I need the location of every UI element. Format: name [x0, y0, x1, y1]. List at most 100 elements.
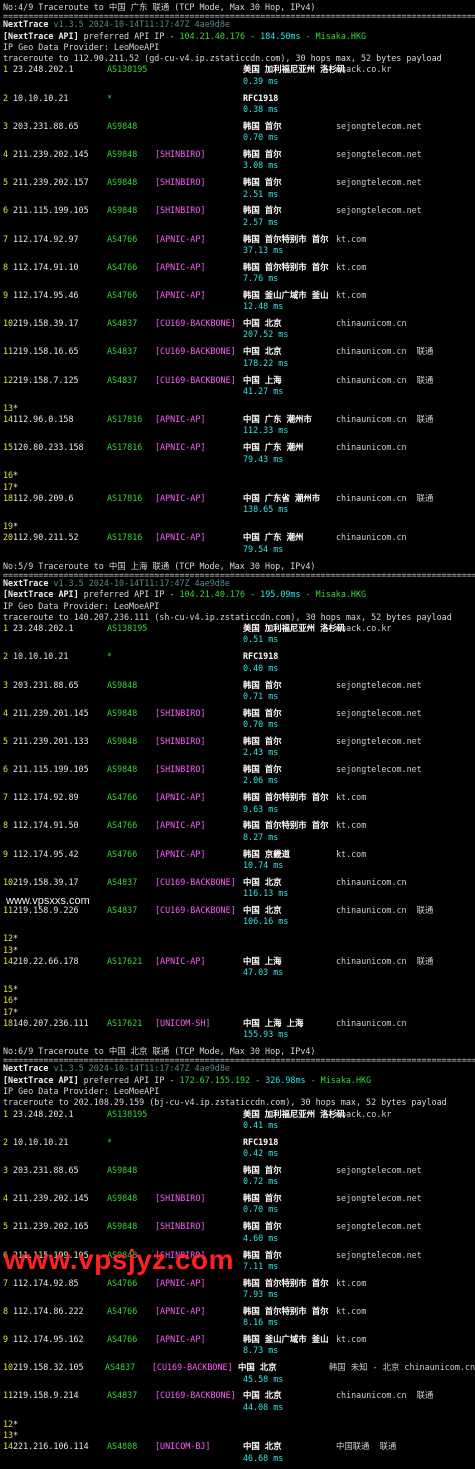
hop-geo: 中国 北京 [243, 1390, 282, 1401]
hop-geo: 韩国 首尔 [243, 120, 282, 131]
hop-latency: 10.74 ms [243, 859, 284, 870]
hop-asn: AS9848 [107, 149, 138, 160]
hop-geo: 中国 北京 [243, 346, 282, 357]
hop-geo: 韩国 首尔 [243, 707, 282, 718]
hop-row: 12 219.158.7.125 AS4837 [CU169-BACKBONE] 中国 … [3, 375, 475, 386]
hop-org: chinaunicom.cn 联通 [336, 955, 434, 966]
hop-latency: 106.16 ms [243, 916, 289, 927]
hop-asn: AS17816 [107, 532, 143, 543]
hop-org: sejongtelecom.net [336, 1193, 422, 1204]
hop-ip: 211.115.199.105 [13, 764, 89, 775]
hop-number: 13 [3, 944, 14, 955]
hop-geo: 韩国 首尔 [243, 1164, 282, 1175]
hop-ip: 112.90.211.52 [13, 532, 79, 543]
hop-ip: * [13, 481, 19, 492]
hop-row: 18 112.90.209.6 AS17816 [APNIC-AP] 中国 广东省 潮州… [3, 493, 475, 504]
hop-row: 6 211.115.199.105 AS9848 [SHINBIRO] 韩国 首尔 sej… [3, 764, 475, 775]
version-line: NextTrace v1.3.5 2024-10-14T11:17:47Z 4a… [3, 1063, 475, 1074]
hop-number: 4 [3, 149, 9, 160]
api-node: - Misaka.HKG [300, 589, 367, 600]
hop-latency: 37.13 ms [243, 244, 284, 255]
hop-number: 8 [3, 1305, 9, 1316]
hop-tag: [APNIC-AP] [155, 414, 206, 425]
hop-row: 6 211.115.199.105 AS9848 [SHINBIRO] 韩国 首尔 sej… [3, 205, 475, 216]
hop-tag: [SHINBIRO] [155, 707, 206, 718]
hop-geo: 中国 北京 [243, 905, 282, 916]
hop-row: 4 211.239.202.145 AS9848 [SHINBIRO] 韩国 首尔 sej… [3, 1193, 475, 1204]
hop-geo: RFC1918 [243, 651, 279, 662]
hop-ip: * [13, 995, 19, 1006]
hop-tag: [CU169-BACKBONE] [155, 876, 236, 887]
hop-geo: 中国 广东 潮州 [243, 442, 304, 453]
hop-tag: [CU169-BACKBONE] [155, 1390, 236, 1401]
hop-org: sejongtelecom.net [336, 1221, 422, 1232]
hop-org: sejongtelecom.net [336, 764, 422, 775]
geo-provider: IP Geo Data Provider: LeoMoeAPI [3, 1085, 160, 1096]
hop-geo: 韩国 釜山广域市 釜山 [243, 289, 329, 300]
hop-latency: 112.33 ms [243, 425, 289, 436]
watermark-small: www.vpsxxs.com [6, 895, 90, 907]
hop-asn: AS9848 [107, 1221, 138, 1232]
hop-latency: 207.52 ms [243, 329, 289, 340]
hop-latency: 178.22 ms [243, 357, 289, 368]
hop-ip: 10.10.10.21 [13, 651, 69, 662]
api-mid: preferred API IP - [78, 1074, 180, 1085]
hop-number: 5 [3, 1221, 9, 1232]
hop-row: 5 211.239.202.157 AS9848 [SHINBIRO] 韩国 首尔 sej… [3, 177, 475, 188]
hop-asn: AS4837 [107, 876, 138, 887]
hop-ip: 221.216.106.114 [13, 1441, 89, 1452]
hop-latency: 2.57 ms [243, 216, 279, 227]
hop-number: 20 [3, 532, 14, 543]
hop-asn: AS17816 [107, 493, 143, 503]
hop-number: 8 [3, 261, 9, 272]
hop-number: 19 [3, 521, 14, 532]
hop-latency: 4.60 ms [243, 1232, 279, 1243]
hop-latency: 7.93 ms [243, 1288, 279, 1299]
hop-ip: * [13, 1006, 19, 1017]
hop-ip: 211.239.202.145 [13, 1193, 89, 1204]
hop-row: 14 112.96.0.158 AS17816 [APNIC-AP] 中国 广东 潮州市… [3, 414, 475, 425]
hop-latency: 0.40 ms [243, 662, 279, 673]
hop-latency: 0.39 ms [243, 75, 279, 86]
hop-org: chinaunicom.cn 联通 [336, 374, 434, 385]
hop-geo: 中国 北京 [243, 876, 282, 887]
hop-ip: 211.115.199.105 [13, 205, 89, 216]
hop-asn: * [107, 651, 113, 662]
hop-ip: * [13, 933, 19, 944]
hop-row: 8 112.174.91.50 AS4766 [APNIC-AP] 韩国 首尔特别市 首… [3, 820, 475, 831]
hop-tag: [APNIC-AP] [155, 1334, 206, 1345]
hop-geo: 中国 北京 [243, 1441, 282, 1452]
hop-row: 2 10.10.10.21 * RFC1918 [3, 651, 475, 662]
hop-number: 9 [3, 289, 9, 300]
hop-tag: [APNIC-AP] [155, 261, 206, 272]
hop-ip: 211.239.201.133 [13, 735, 89, 746]
hop-number: 1 [3, 623, 9, 634]
hop-asn: AS17816 [107, 442, 143, 453]
hop-asn: AS4766 [107, 1277, 138, 1288]
hop-number: 9 [3, 1334, 9, 1345]
hop-tag: [CU169-BACKBONE] [155, 905, 236, 916]
hop-row: 16 * [3, 995, 475, 1006]
hop-asn: AS4837 [107, 318, 138, 329]
hop-row: 4 211.239.201.145 AS9848 [SHINBIRO] 韩国 首尔 sej… [3, 708, 475, 719]
hop-tag: [UNICOM-BJ] [155, 1441, 211, 1452]
hop-asn: AS9848 [107, 1164, 138, 1175]
hop-ip: 211.239.202.165 [13, 1221, 89, 1232]
hop-ip: * [13, 944, 19, 955]
hop-tag: [APNIC-AP] [155, 1305, 206, 1316]
hop-row: 13 * [3, 403, 475, 414]
hop-ip: * [13, 470, 19, 481]
hop-row: 5 211.239.201.133 AS9848 [SHINBIRO] 韩国 首尔 sej… [3, 736, 475, 747]
hop-asn: AS138195 [107, 623, 148, 634]
hop-row: 12 * [3, 933, 475, 944]
trace-header: No:4/9 Traceroute to 中国 广东 联通 (TCP Mode,… [3, 2, 316, 12]
hop-geo: 韩国 首尔特别市 首尔 [243, 261, 329, 272]
hop-number: 4 [3, 1193, 9, 1204]
target-line: traceroute to 202.108.29.159 (bj-cu-v4.i… [3, 1097, 447, 1108]
hop-org: kt.com [336, 1305, 367, 1316]
hop-ip: 112.174.95.46 [13, 289, 79, 300]
api-prefix: [NextTrace API] [3, 1074, 79, 1085]
hop-number: 7 [3, 1277, 9, 1288]
api-ip: 104.21.40.176 [179, 589, 246, 600]
hop-row: 3 203.231.88.65 AS9848 韩国 首尔 sejongtelecom.n… [3, 1165, 475, 1176]
